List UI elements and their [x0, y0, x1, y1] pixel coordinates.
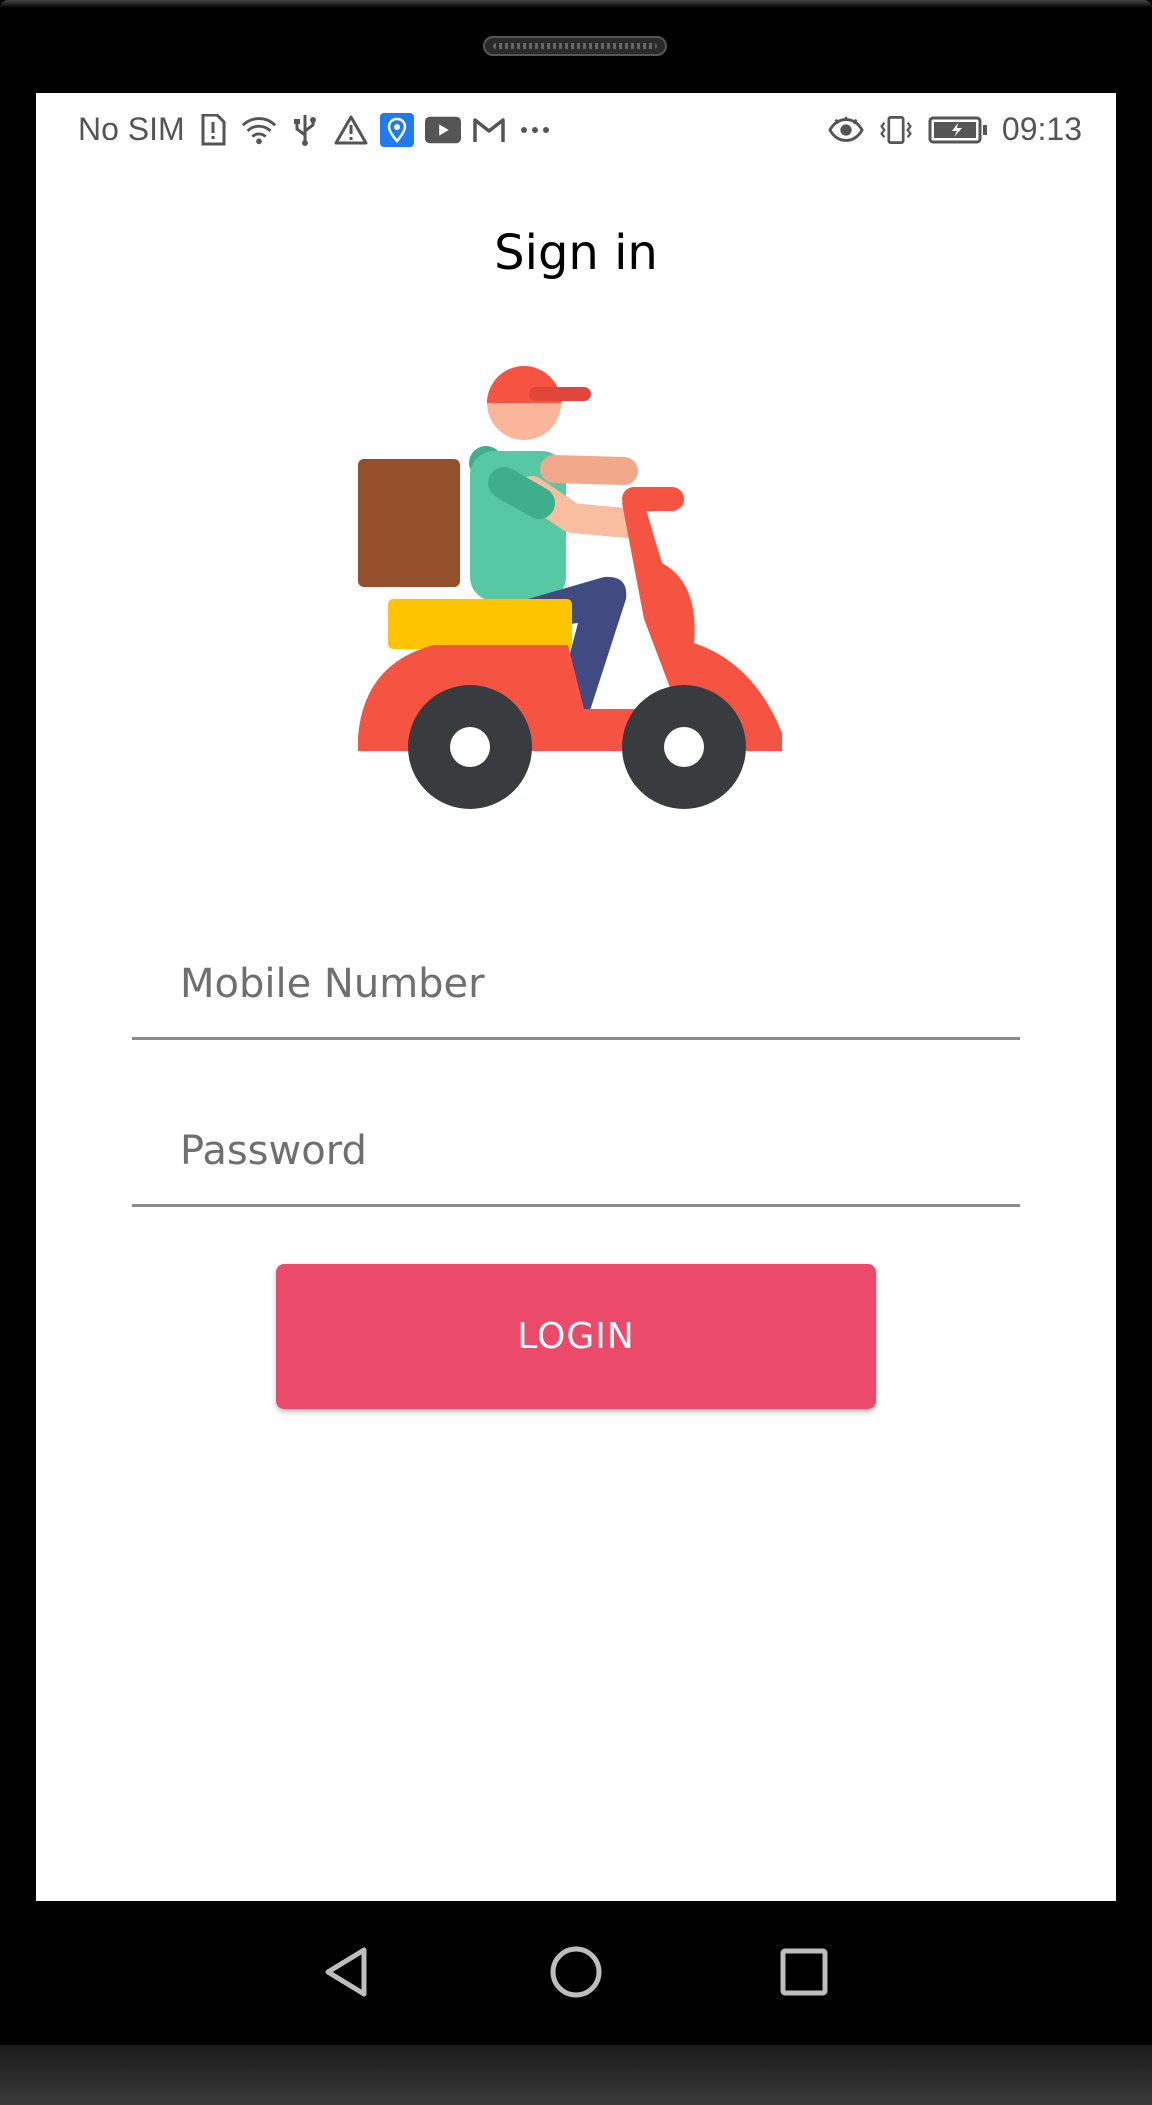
- scooter-seat: [388, 599, 572, 649]
- screen: No SIM 09:13 Sign in Mobile Number LOGIN: [36, 93, 1116, 1901]
- status-left: No SIM: [78, 111, 553, 148]
- warning-icon: [333, 112, 369, 148]
- more-dots-icon: [517, 112, 553, 148]
- status-bar: No SIM 09:13: [36, 93, 1116, 169]
- home-icon: [550, 1946, 602, 1998]
- vibrate-icon: [878, 112, 914, 148]
- eye-icon: [828, 112, 864, 148]
- recents-icon: [780, 1948, 828, 1996]
- bottom-bezel: [0, 2045, 1152, 2105]
- navigation-bar: [0, 1902, 1152, 2047]
- recents-button[interactable]: [764, 1932, 844, 2012]
- sim-alert-icon: [195, 112, 231, 148]
- location-app-icon: [379, 112, 415, 148]
- back-icon: [325, 1947, 367, 1997]
- clock-time: 09:13: [1001, 111, 1082, 147]
- delivery-box: [358, 459, 460, 587]
- usb-icon: [287, 112, 323, 148]
- mobile-number-field: [132, 930, 1020, 1040]
- wifi-icon: [241, 112, 277, 148]
- carrier-label: No SIM: [78, 111, 185, 147]
- earpiece-speaker: [483, 36, 667, 56]
- password-input[interactable]: [132, 1097, 1020, 1204]
- page-title: Sign in: [494, 225, 658, 281]
- top-bezel: [0, 0, 1152, 8]
- status-right: 09:13: [828, 111, 1082, 148]
- home-button[interactable]: [536, 1932, 616, 2012]
- back-button[interactable]: [306, 1932, 386, 2012]
- battery-charging-icon: [928, 112, 988, 148]
- device-frame: No SIM 09:13 Sign in Mobile Number LOGIN: [0, 0, 1152, 2105]
- youtube-icon: [424, 112, 461, 148]
- mobile-number-input[interactable]: [132, 930, 1020, 1037]
- password-field: [132, 1097, 1020, 1207]
- delivery-scooter-illustration: [358, 366, 782, 809]
- gmail-icon: [471, 112, 507, 148]
- login-button[interactable]: LOGIN: [276, 1264, 876, 1409]
